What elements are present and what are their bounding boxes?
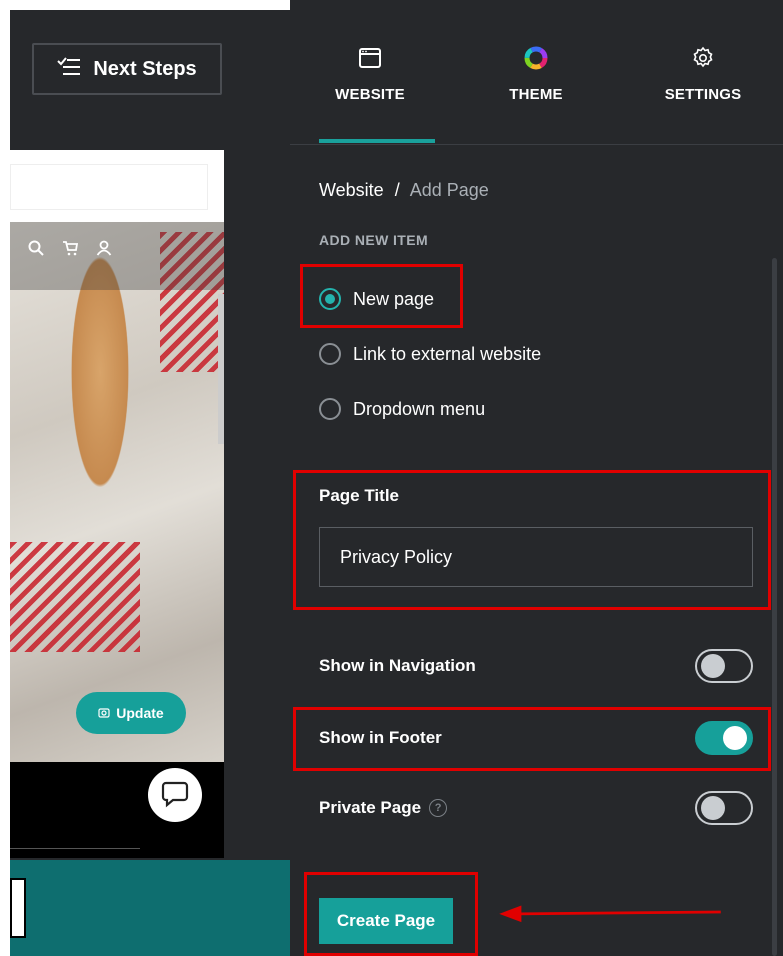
footer-divider xyxy=(10,848,140,849)
show-in-navigation-label: Show in Navigation xyxy=(319,656,476,675)
tab-website[interactable]: WEBSITE xyxy=(295,0,445,143)
preview-site-header xyxy=(10,222,224,290)
browser-icon xyxy=(358,47,382,74)
camera-icon xyxy=(98,705,110,721)
preview-bottom-bar xyxy=(10,860,290,956)
annotation-highlight-page-title xyxy=(293,470,771,610)
panel-tabs: WEBSITE THEME SETTINGS xyxy=(290,0,783,145)
settings-panel: WEBSITE THEME SETTINGS Website / Add Pag… xyxy=(290,0,783,956)
tab-settings-label: SETTINGS xyxy=(664,86,742,103)
breadcrumb-root[interactable]: Website xyxy=(319,180,384,200)
checklist-icon xyxy=(57,56,81,82)
site-preview[interactable]: Update xyxy=(10,150,224,858)
option-dropdown-menu[interactable]: Dropdown menu xyxy=(319,398,485,420)
annotation-highlight-show-in-footer xyxy=(293,707,771,771)
preview-address-bar xyxy=(10,164,208,210)
chat-bubble-icon xyxy=(160,778,190,813)
cart-icon[interactable] xyxy=(62,240,79,261)
radio-dropdown-menu[interactable] xyxy=(319,398,341,420)
hero-image xyxy=(10,222,224,762)
panel-scrollbar[interactable] xyxy=(772,258,777,956)
show-in-navigation-row: Show in Navigation xyxy=(319,646,753,686)
editor-canvas: Next Steps Update xyxy=(10,10,290,956)
breadcrumb-separator: / xyxy=(394,180,400,200)
preview-topbar xyxy=(10,150,224,222)
annotation-arrow-icon xyxy=(499,905,721,923)
option-external-link-label: Link to external website xyxy=(353,343,542,364)
tab-website-label: WEBSITE xyxy=(335,86,405,103)
account-icon[interactable] xyxy=(96,240,112,261)
private-page-row: Private Page ? xyxy=(319,788,753,828)
search-icon[interactable] xyxy=(28,240,44,261)
show-in-navigation-toggle[interactable] xyxy=(695,649,753,683)
radio-external-link[interactable] xyxy=(319,343,341,365)
tab-settings[interactable]: SETTINGS xyxy=(628,0,778,143)
tab-theme[interactable]: THEME xyxy=(461,0,611,143)
update-label: Update xyxy=(116,705,164,721)
toggle-knob xyxy=(701,654,725,678)
toggle-knob xyxy=(701,796,725,820)
breadcrumb-current: Add Page xyxy=(409,180,489,200)
private-page-label-wrap: Private Page ? xyxy=(319,798,448,818)
active-tab-indicator xyxy=(319,139,435,143)
private-page-toggle[interactable] xyxy=(695,791,753,825)
option-external-link[interactable]: Link to external website xyxy=(319,343,541,365)
preview-scrollbar[interactable] xyxy=(218,294,224,444)
chat-button[interactable] xyxy=(148,768,202,822)
help-icon[interactable]: ? xyxy=(429,799,448,817)
option-dropdown-menu-label: Dropdown menu xyxy=(353,398,486,419)
preview-input-box xyxy=(10,878,26,938)
private-page-label: Private Page xyxy=(319,798,422,817)
annotation-highlight-create-page xyxy=(304,872,478,956)
gear-icon xyxy=(691,46,715,75)
update-image-button[interactable]: Update xyxy=(76,692,186,734)
add-new-item-heading: ADD NEW ITEM xyxy=(319,232,429,248)
next-steps-button[interactable]: Next Steps xyxy=(32,43,222,95)
tab-theme-label: THEME xyxy=(509,86,563,103)
next-steps-label: Next Steps xyxy=(93,57,197,80)
color-wheel-icon xyxy=(523,45,549,76)
annotation-highlight-new-page xyxy=(300,264,463,328)
breadcrumb: Website / Add Page xyxy=(319,180,489,201)
